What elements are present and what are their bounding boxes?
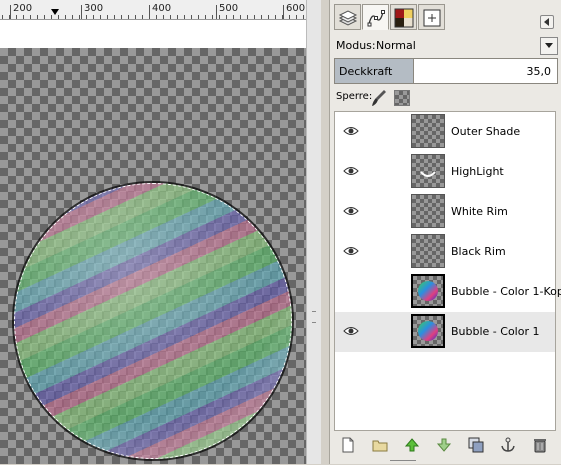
- new-layer-icon: [342, 437, 354, 453]
- lock-alpha-icon[interactable]: [394, 90, 410, 106]
- eye-hidden-placeholder[interactable]: [343, 285, 359, 297]
- lock-pixels-icon[interactable]: [370, 88, 388, 108]
- layer-name[interactable]: Bubble - Color 1-Kopie: [451, 285, 561, 298]
- palette-icon: [394, 8, 414, 28]
- layer-name[interactable]: Outer Shade: [451, 125, 520, 138]
- anchor-layer-button[interactable]: [498, 435, 518, 455]
- paths-icon: [367, 10, 385, 27]
- layer-name[interactable]: Black Rim: [451, 245, 506, 258]
- delete-layer-icon: [534, 439, 546, 453]
- new-layer-group-button[interactable]: [370, 435, 390, 455]
- tab-layers[interactable]: [334, 4, 361, 30]
- highlight-thumbnail-icon: [420, 171, 436, 177]
- eye-icon[interactable]: [343, 325, 359, 337]
- tab-palette[interactable]: [390, 4, 417, 30]
- layer-name[interactable]: Bubble - Color 1: [451, 325, 539, 338]
- dock-resize-grip[interactable]: [390, 460, 416, 465]
- opacity-value[interactable]: 35,0: [527, 65, 552, 78]
- duplicate-layer-icon: [468, 437, 484, 453]
- bubble-image: [14, 183, 292, 459]
- lower-layer-button[interactable]: [434, 435, 454, 455]
- delete-layer-button[interactable]: [530, 435, 550, 455]
- new-layer-group-icon: [372, 440, 388, 452]
- eye-icon[interactable]: [343, 165, 359, 177]
- layer-thumbnail[interactable]: [411, 274, 445, 308]
- tab-brushes[interactable]: [418, 4, 445, 30]
- mode-dropdown-button[interactable]: [540, 37, 558, 55]
- new-layer-button[interactable]: [338, 435, 358, 455]
- bubble-thumbnail-icon: [418, 281, 438, 301]
- lock-label: Sperre:: [336, 91, 373, 102]
- raise-layer-button[interactable]: [402, 435, 422, 455]
- layer-row[interactable]: White Rim: [335, 192, 555, 232]
- layer-row[interactable]: Bubble - Color 1-Kopie: [335, 272, 561, 312]
- layers-icon: [338, 10, 358, 26]
- layer-name[interactable]: White Rim: [451, 205, 508, 218]
- layer-name[interactable]: HighLight: [451, 165, 504, 178]
- raise-layer-icon: [404, 438, 420, 452]
- chevron-down-icon: [545, 43, 553, 48]
- layer-row[interactable]: Black Rim: [335, 232, 555, 272]
- layer-mode-row[interactable]: Modus: Normal: [334, 36, 558, 56]
- eye-icon[interactable]: [343, 125, 359, 137]
- layers-list[interactable]: Outer Shade HighLight White Rim Black Rim Bu…: [334, 111, 561, 431]
- tab-menu-button[interactable]: [540, 15, 554, 29]
- layers-dock: Modus: Normal Deckkraft 35,0 Sperre: Out…: [329, 0, 561, 464]
- selection-marching-ants: [14, 183, 292, 459]
- dock-tabs: [330, 4, 561, 30]
- mode-value[interactable]: Normal: [376, 39, 416, 52]
- opacity-label: Deckkraft: [339, 65, 393, 78]
- layer-thumbnail[interactable]: [411, 314, 445, 348]
- layer-row[interactable]: Bubble - Color 1: [335, 312, 555, 352]
- anchor-layer-icon: [501, 437, 515, 452]
- layer-thumbnail[interactable]: [411, 194, 445, 228]
- layer-thumbnail[interactable]: [411, 234, 445, 268]
- scrollbar-grip[interactable]: [312, 311, 316, 323]
- image-canvas-area[interactable]: 200 300 400 500 600: [0, 0, 321, 464]
- layer-thumbnail[interactable]: [411, 114, 445, 148]
- tab-menu-icon: [544, 18, 549, 26]
- lock-row: Sperre:: [334, 88, 554, 108]
- layer-row[interactable]: HighLight: [335, 152, 555, 192]
- lower-layer-icon: [436, 438, 452, 452]
- layer-row[interactable]: Outer Shade: [335, 112, 555, 152]
- bubble-thumbnail-icon: [418, 321, 438, 341]
- opacity-slider[interactable]: Deckkraft 35,0: [334, 58, 558, 84]
- layers-bottom-toolbar: [334, 434, 558, 456]
- mode-label: Modus:: [336, 39, 376, 52]
- brush-icon: [423, 9, 441, 27]
- duplicate-layer-button[interactable]: [466, 435, 486, 455]
- layer-thumbnail[interactable]: [411, 154, 445, 188]
- eye-icon[interactable]: [343, 205, 359, 217]
- tab-paths[interactable]: [362, 4, 389, 30]
- eye-icon[interactable]: [343, 245, 359, 257]
- vertical-scrollbar[interactable]: [306, 0, 321, 464]
